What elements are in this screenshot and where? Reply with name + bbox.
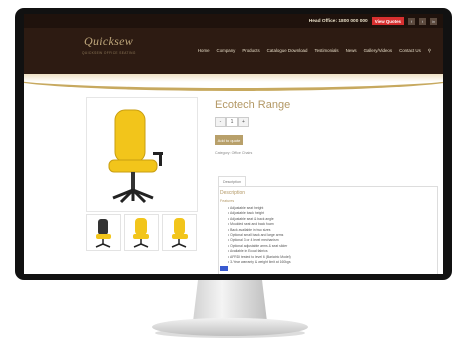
nav-company[interactable]: Company [217,48,236,54]
monitor-stand-base [152,318,308,336]
quantity-stepper[interactable]: - 1 + [215,117,249,127]
thumbnail-yellow-chair-front[interactable] [124,214,159,251]
logo-tagline: QUICKSEW OFFICE SEATING [82,51,136,55]
thumbnail-yellow-chair-side[interactable] [162,214,197,251]
nav-home[interactable]: Home [198,48,210,54]
nav-contact-us[interactable]: Contact Us [399,48,421,54]
view-quotes-button[interactable]: View Quotes [371,17,404,25]
product-category[interactable]: Category: Office Chairs [215,151,252,155]
product-main-image[interactable] [86,97,198,212]
qty-plus-button[interactable]: + [238,117,249,127]
features-heading: Features [220,199,235,203]
top-bar: Head Office: 1800 000 000 View Quotes f … [24,14,443,28]
linkedin-icon[interactable]: in [430,17,437,25]
facebook-icon[interactable]: f [408,17,415,25]
thumbnail-black-chair[interactable] [86,214,121,251]
monitor-frame: Head Office: 1800 000 000 View Quotes f … [15,8,452,280]
qty-minus-button[interactable]: - [215,117,226,127]
feature-item: 3-Year warranty & weight limit at 160kgs [228,260,291,265]
product-title: Ecotech Range [215,99,291,111]
nav-products[interactable]: Products [242,48,259,54]
qty-value[interactable]: 1 [226,117,238,127]
nav-gallery-videos[interactable]: Gallery/Videos [364,48,392,54]
nav-catalogue-download[interactable]: Catalogue Download [267,48,308,54]
head-office-phone[interactable]: Head Office: 1800 000 000 [309,19,368,24]
browser-screen: Head Office: 1800 000 000 View Quotes f … [24,14,443,274]
main-nav: Home Company Products Catalogue Download… [198,48,431,54]
search-icon[interactable]: ⚲ [428,48,431,54]
product-thumbnails [86,214,197,251]
add-to-quote-button[interactable]: Add to quote [215,135,243,145]
features-list: Adjustable seat height Adjustable back h… [228,206,291,265]
site-logo[interactable]: Quicksew [84,34,133,49]
nav-testimonials[interactable]: Testimonials [314,48,338,54]
twitter-icon[interactable]: t [419,17,426,25]
header-gold-swoosh [24,64,443,91]
monitor-stand-neck [193,280,267,320]
certification-badge [220,266,228,271]
nav-news[interactable]: News [346,48,357,54]
description-heading: Description [220,190,246,196]
